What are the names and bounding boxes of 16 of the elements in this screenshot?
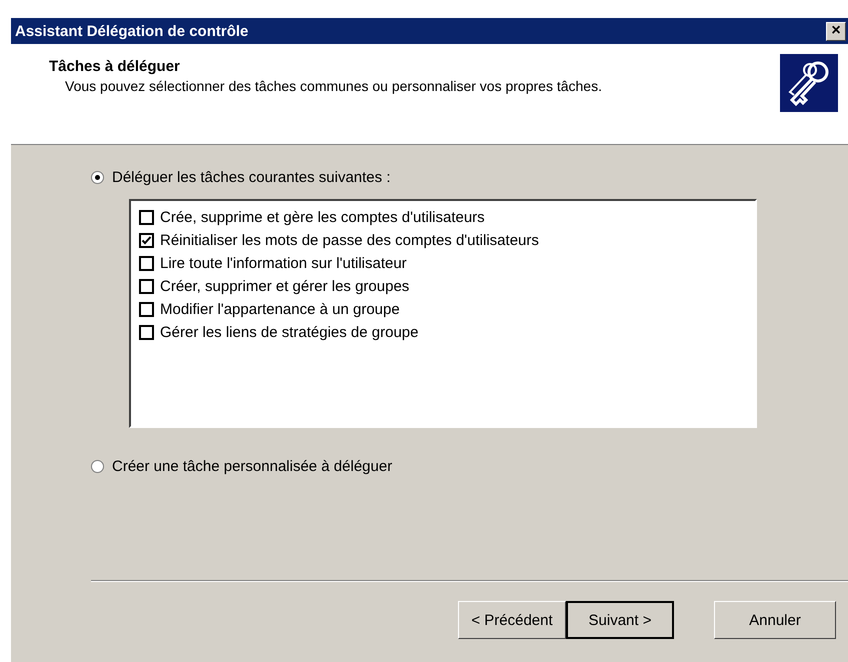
task-checkbox[interactable]: Modifier l'appartenance à un groupe [135,298,751,321]
window-title: Assistant Délégation de contrôle [15,22,248,40]
task-checkbox[interactable]: Gérer les liens de stratégies de groupe [135,321,751,344]
keys-icon [780,54,838,112]
close-button[interactable]: × [826,22,846,40]
task-checkbox[interactable]: Crée, supprime et gère les comptes d'utilisateurs [135,206,751,229]
wizard-button[interactable]: < Précédent [458,601,566,639]
page-description: Vous pouvez sélectionner des tâches communes ou personnaliser vos propres tâches. [64,78,603,95]
page-heading: Tâches à déléguer [49,58,181,75]
wizard-button[interactable]: Annuler [714,601,836,639]
wizard-button[interactable]: Suivant > [566,601,674,639]
radio-option[interactable]: Déléguer les tâches courantes suivantes : [91,169,848,186]
task-checkbox[interactable]: Lire toute l'information sur l'utilisateur [135,252,751,275]
radio-option[interactable]: Créer une tâche personnalisée à déléguer [91,458,848,475]
task-checkbox[interactable]: Créer, supprimer et gérer les groupes [135,275,751,298]
task-checkbox[interactable]: Réinitialiser les mots de passe des comptes d'utilisateurs [135,229,751,252]
